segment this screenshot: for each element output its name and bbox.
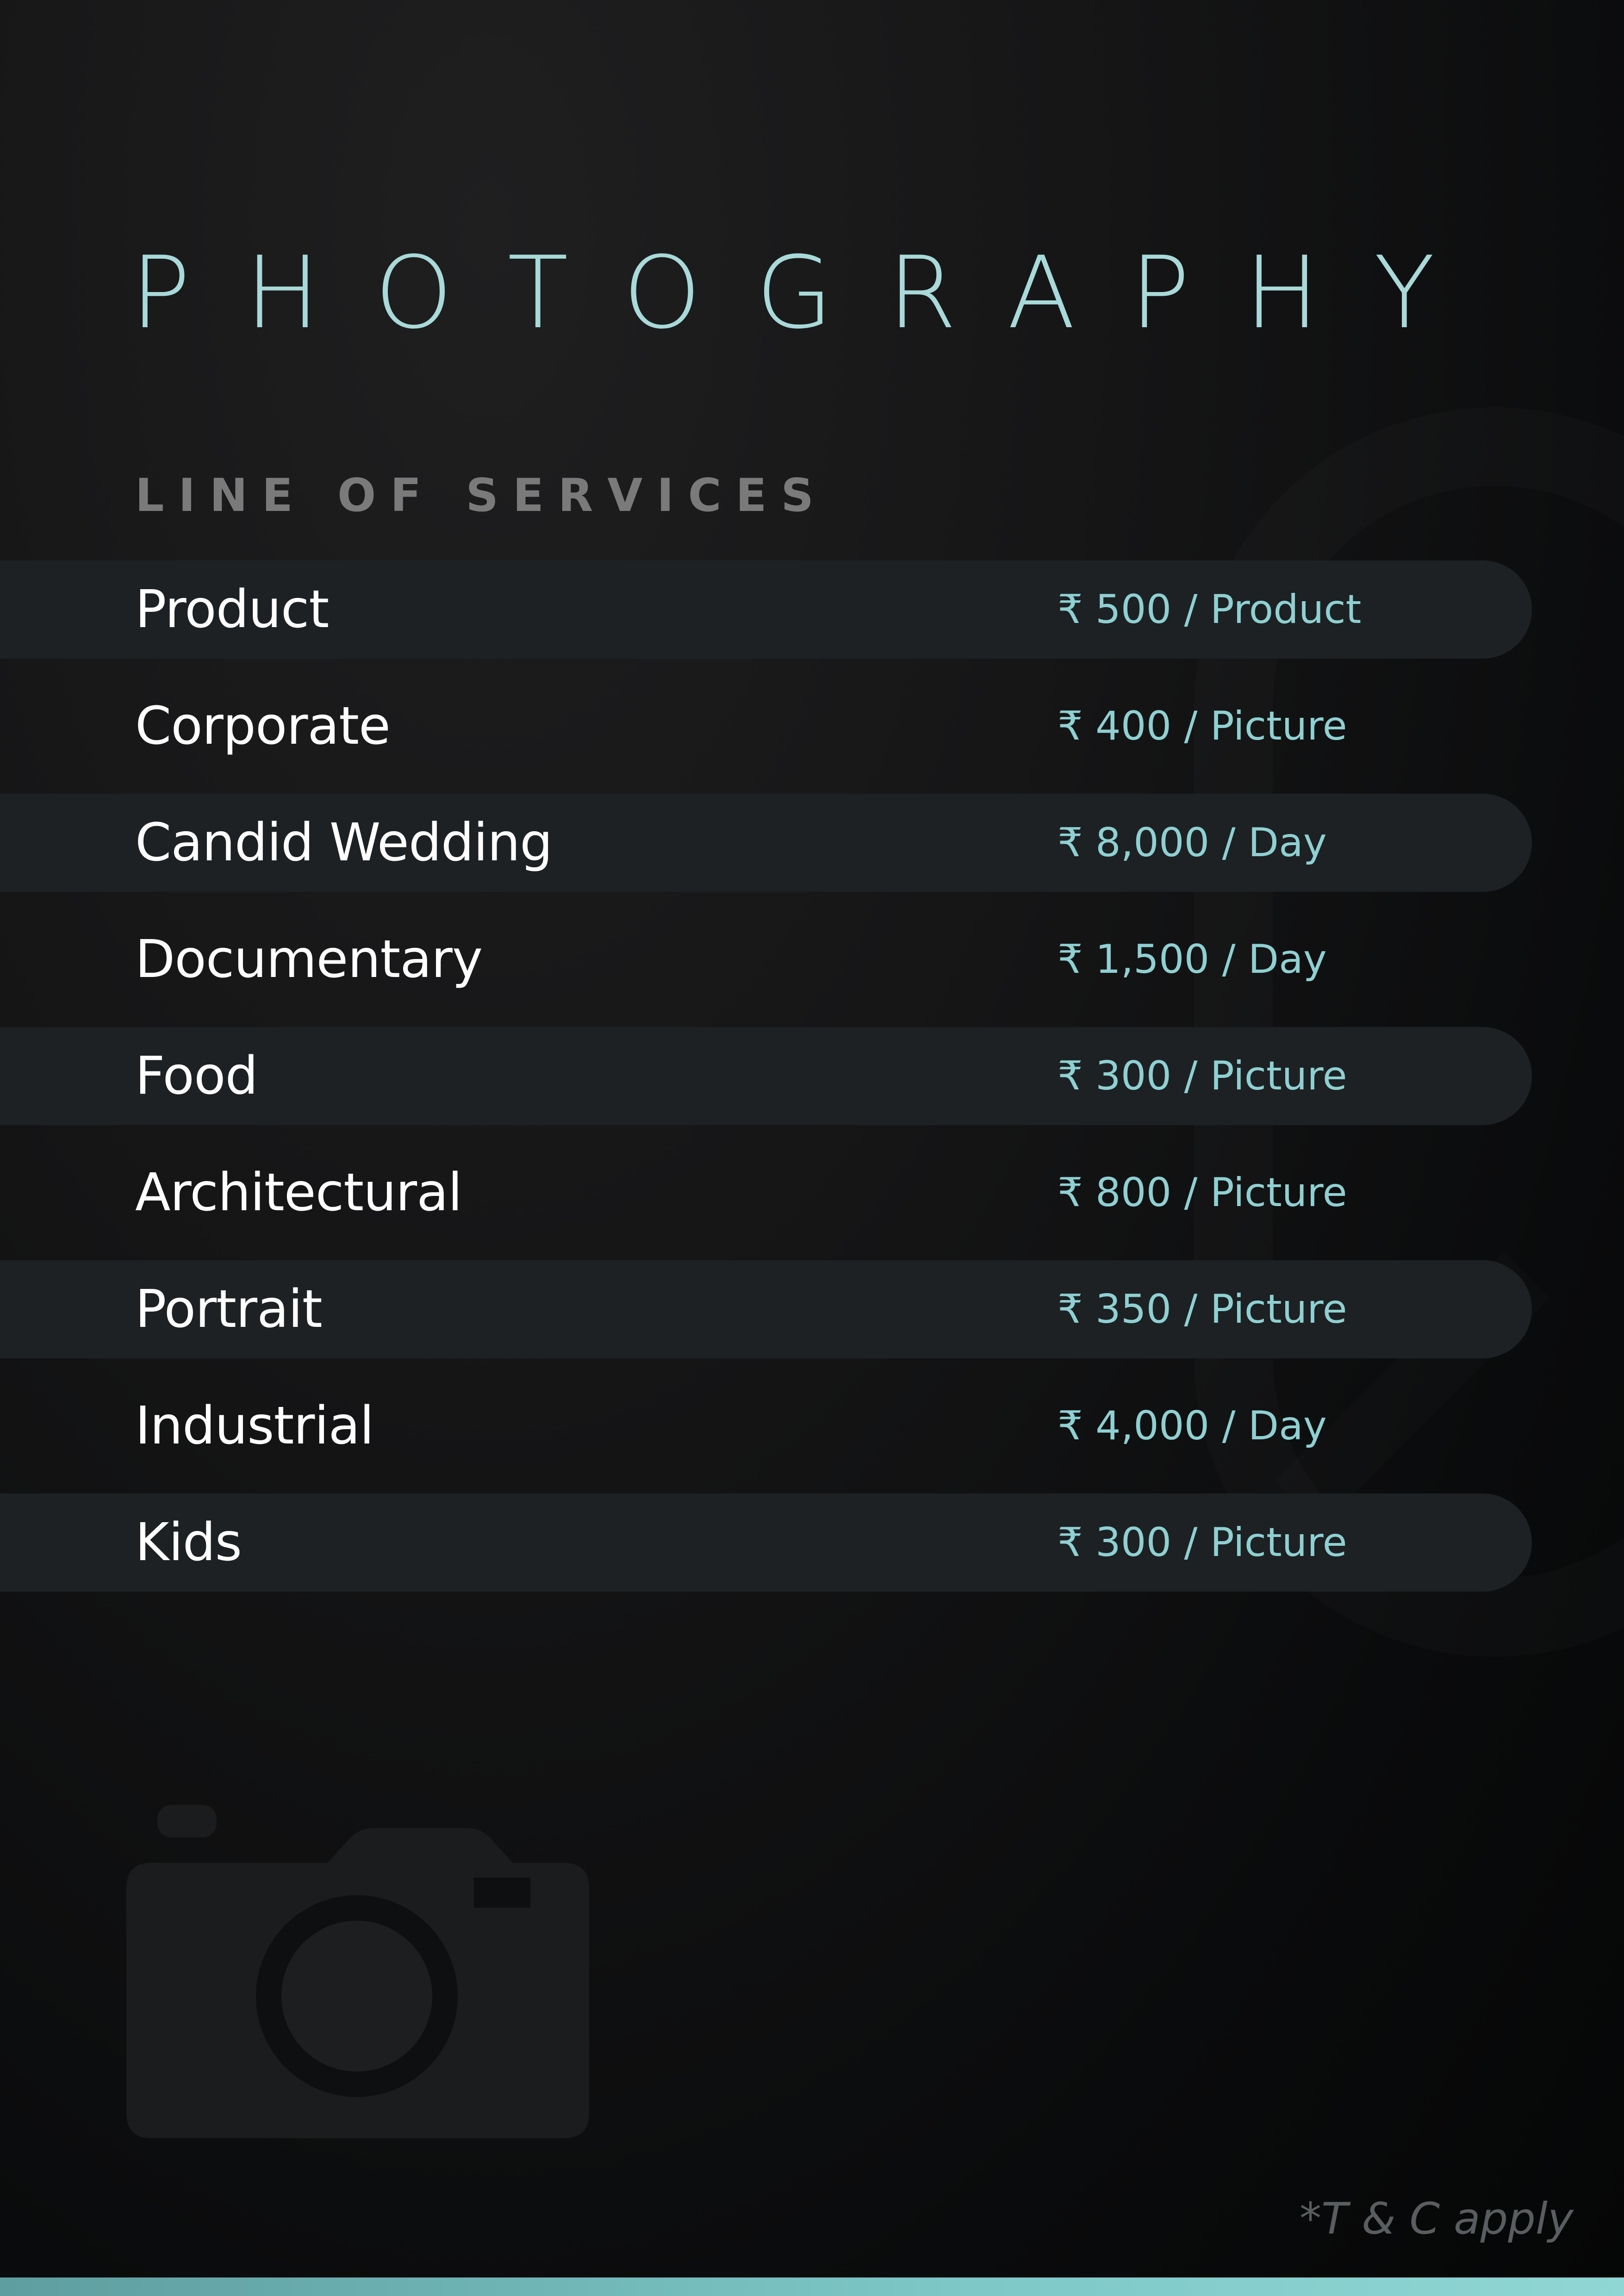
service-price: ₹ 500 / Product: [1058, 586, 1362, 633]
service-name: Industrial: [135, 1396, 374, 1456]
service-row-industrial: Industrial ₹ 4,000 / Day: [0, 1377, 1532, 1475]
service-row-food: Food ₹ 300 / Picture: [0, 1027, 1532, 1125]
price-list-page: PHOTOGRAPHY LINE OF SERVICES Product ₹ 5…: [0, 0, 1624, 2296]
service-name: Product: [135, 579, 329, 640]
service-row-kids: Kids ₹ 300 / Picture: [0, 1493, 1532, 1592]
service-row-portrait: Portrait ₹ 350 / Picture: [0, 1260, 1532, 1358]
service-row-architectural: Architectural ₹ 800 / Picture: [0, 1144, 1532, 1242]
service-row-product: Product ₹ 500 / Product: [0, 560, 1532, 659]
service-price: ₹ 1,500 / Day: [1058, 936, 1327, 983]
page-title: PHOTOGRAPHY: [131, 235, 1490, 351]
services-list: Product ₹ 500 / Product Corporate ₹ 400 …: [0, 560, 1532, 1610]
service-price: ₹ 350 / Picture: [1058, 1286, 1347, 1332]
service-name: Kids: [135, 1512, 242, 1573]
terms-note: *T & C apply: [1300, 2194, 1574, 2244]
service-name: Corporate: [135, 696, 391, 756]
camera-icon: [126, 1805, 589, 2138]
service-row-candid-wedding: Candid Wedding ₹ 8,000 / Day: [0, 794, 1532, 892]
service-price: ₹ 300 / Picture: [1058, 1053, 1347, 1099]
service-price: ₹ 4,000 / Day: [1058, 1403, 1327, 1449]
service-price: ₹ 800 / Picture: [1058, 1170, 1347, 1216]
section-subtitle: LINE OF SERVICES: [135, 469, 828, 522]
service-row-documentary: Documentary ₹ 1,500 / Day: [0, 910, 1532, 1008]
service-price: ₹ 300 / Picture: [1058, 1519, 1347, 1566]
service-name: Portrait: [135, 1279, 323, 1339]
service-name: Candid Wedding: [135, 813, 553, 873]
service-name: Food: [135, 1046, 258, 1106]
bottom-accent-bar: [0, 2277, 1624, 2296]
service-price: ₹ 400 / Picture: [1058, 703, 1347, 749]
service-name: Architectural: [135, 1163, 462, 1223]
service-price: ₹ 8,000 / Day: [1058, 820, 1327, 866]
service-name: Documentary: [135, 929, 483, 989]
service-row-corporate: Corporate ₹ 400 / Picture: [0, 677, 1532, 775]
